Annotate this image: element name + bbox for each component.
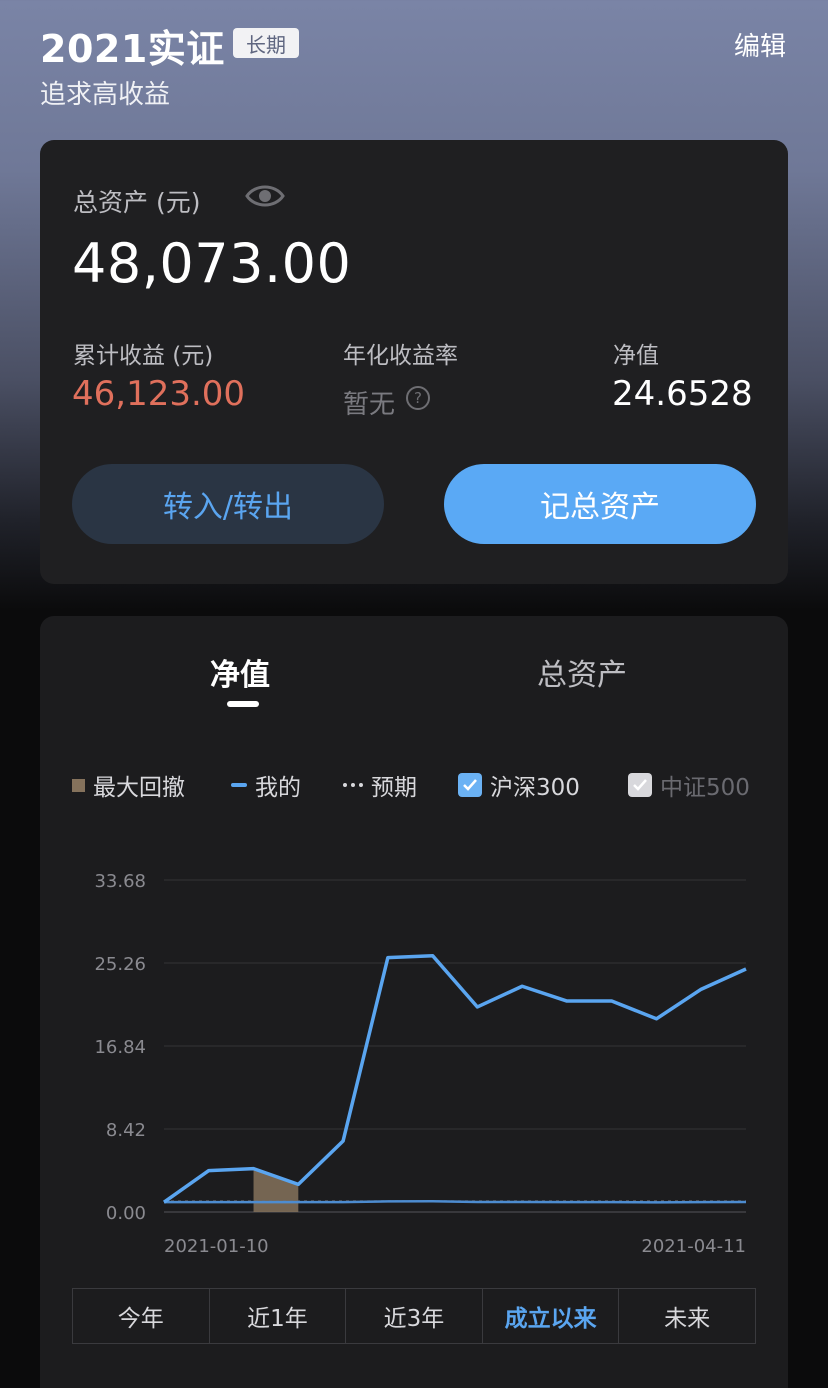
header: 2021实证 长期 追求高收益 编辑 [0, 0, 828, 130]
nav-chart: 0.00 8.42 16.84 25.26 33.68 2021-01-10 2021-04… [40, 846, 788, 1266]
range-3-years[interactable]: 近3年 [345, 1289, 482, 1343]
hs300-checkbox-icon[interactable] [458, 773, 482, 797]
chart-svg: 0.00 8.42 16.84 25.26 33.68 2021-01-10 2021-04… [94, 871, 747, 1257]
y-tick-label: 16.84 [94, 1037, 146, 1058]
series-hs300-line [164, 1200, 747, 1204]
series-mine-line [162, 953, 747, 1204]
mine-swatch [231, 783, 247, 787]
expected-swatch [343, 783, 363, 787]
term-tag: 长期 [233, 28, 299, 58]
drawdown-swatch [72, 778, 85, 792]
transfer-button[interactable]: 转入/转出 [72, 464, 384, 544]
y-tick-label: 33.68 [94, 871, 146, 892]
y-tick-label: 0.00 [106, 1203, 146, 1224]
annualized-return-value: 暂无 [343, 390, 396, 420]
tab-active-indicator [227, 701, 259, 707]
x-end-label: 2021-04-11 [641, 1236, 746, 1257]
tab-total-assets[interactable]: 总资产 [537, 650, 627, 694]
legend-mine[interactable]: 我的 [231, 768, 301, 802]
range-this-year[interactable]: 今年 [73, 1289, 209, 1343]
portfolio-subtitle: 追求高收益 [40, 80, 171, 110]
legend-expected[interactable]: 预期 [343, 768, 417, 802]
nav-label: 净值 [613, 343, 659, 369]
tab-nav[interactable]: 净值 [210, 650, 270, 694]
summary-card: 总资产 (元) 48,073.00 累计收益 (元) 46,123.00 年化收… [40, 140, 788, 584]
nav-value: 24.6528 [612, 374, 753, 414]
legend-max-drawdown-label: 最大回撤 [93, 775, 185, 801]
legend-max-drawdown[interactable]: 最大回撤 [72, 768, 185, 802]
time-range-selector: 今年 近1年 近3年 成立以来 未来 [72, 1288, 756, 1344]
range-1-year[interactable]: 近1年 [208, 1289, 346, 1343]
legend-hs300-label: 沪深300 [490, 775, 580, 801]
total-assets-value: 48,073.00 [72, 232, 352, 295]
portfolio-title: 2021实证 [40, 27, 225, 71]
y-tick-label: 25.26 [94, 954, 146, 975]
legend-hs300[interactable]: 沪深300 [458, 768, 580, 802]
zz500-checkbox-icon[interactable] [628, 773, 652, 797]
range-since-inception[interactable]: 成立以来 [481, 1289, 619, 1343]
cumulative-return-label: 累计收益 (元) [73, 343, 214, 369]
legend-expected-label: 预期 [371, 775, 417, 801]
annualized-return-label: 年化收益率 [343, 343, 458, 369]
record-assets-button[interactable]: 记总资产 [444, 464, 756, 544]
x-start-label: 2021-01-10 [164, 1236, 269, 1257]
help-icon[interactable]: ? [406, 386, 430, 410]
legend-zz500-label: 中证500 [660, 775, 750, 801]
legend-mine-label: 我的 [255, 775, 301, 801]
eye-icon[interactable] [245, 180, 285, 212]
range-future[interactable]: 未来 [618, 1289, 755, 1343]
chart-card: 净值 总资产 最大回撤 我的 预期 沪深300 中证500 0.00 8.42 16… [40, 616, 788, 1388]
legend-zz500[interactable]: 中证500 [628, 768, 750, 802]
cumulative-return-value: 46,123.00 [72, 374, 246, 414]
edit-button[interactable]: 编辑 [734, 26, 786, 63]
total-assets-label: 总资产 (元) [73, 188, 201, 217]
y-tick-label: 8.42 [106, 1120, 146, 1141]
